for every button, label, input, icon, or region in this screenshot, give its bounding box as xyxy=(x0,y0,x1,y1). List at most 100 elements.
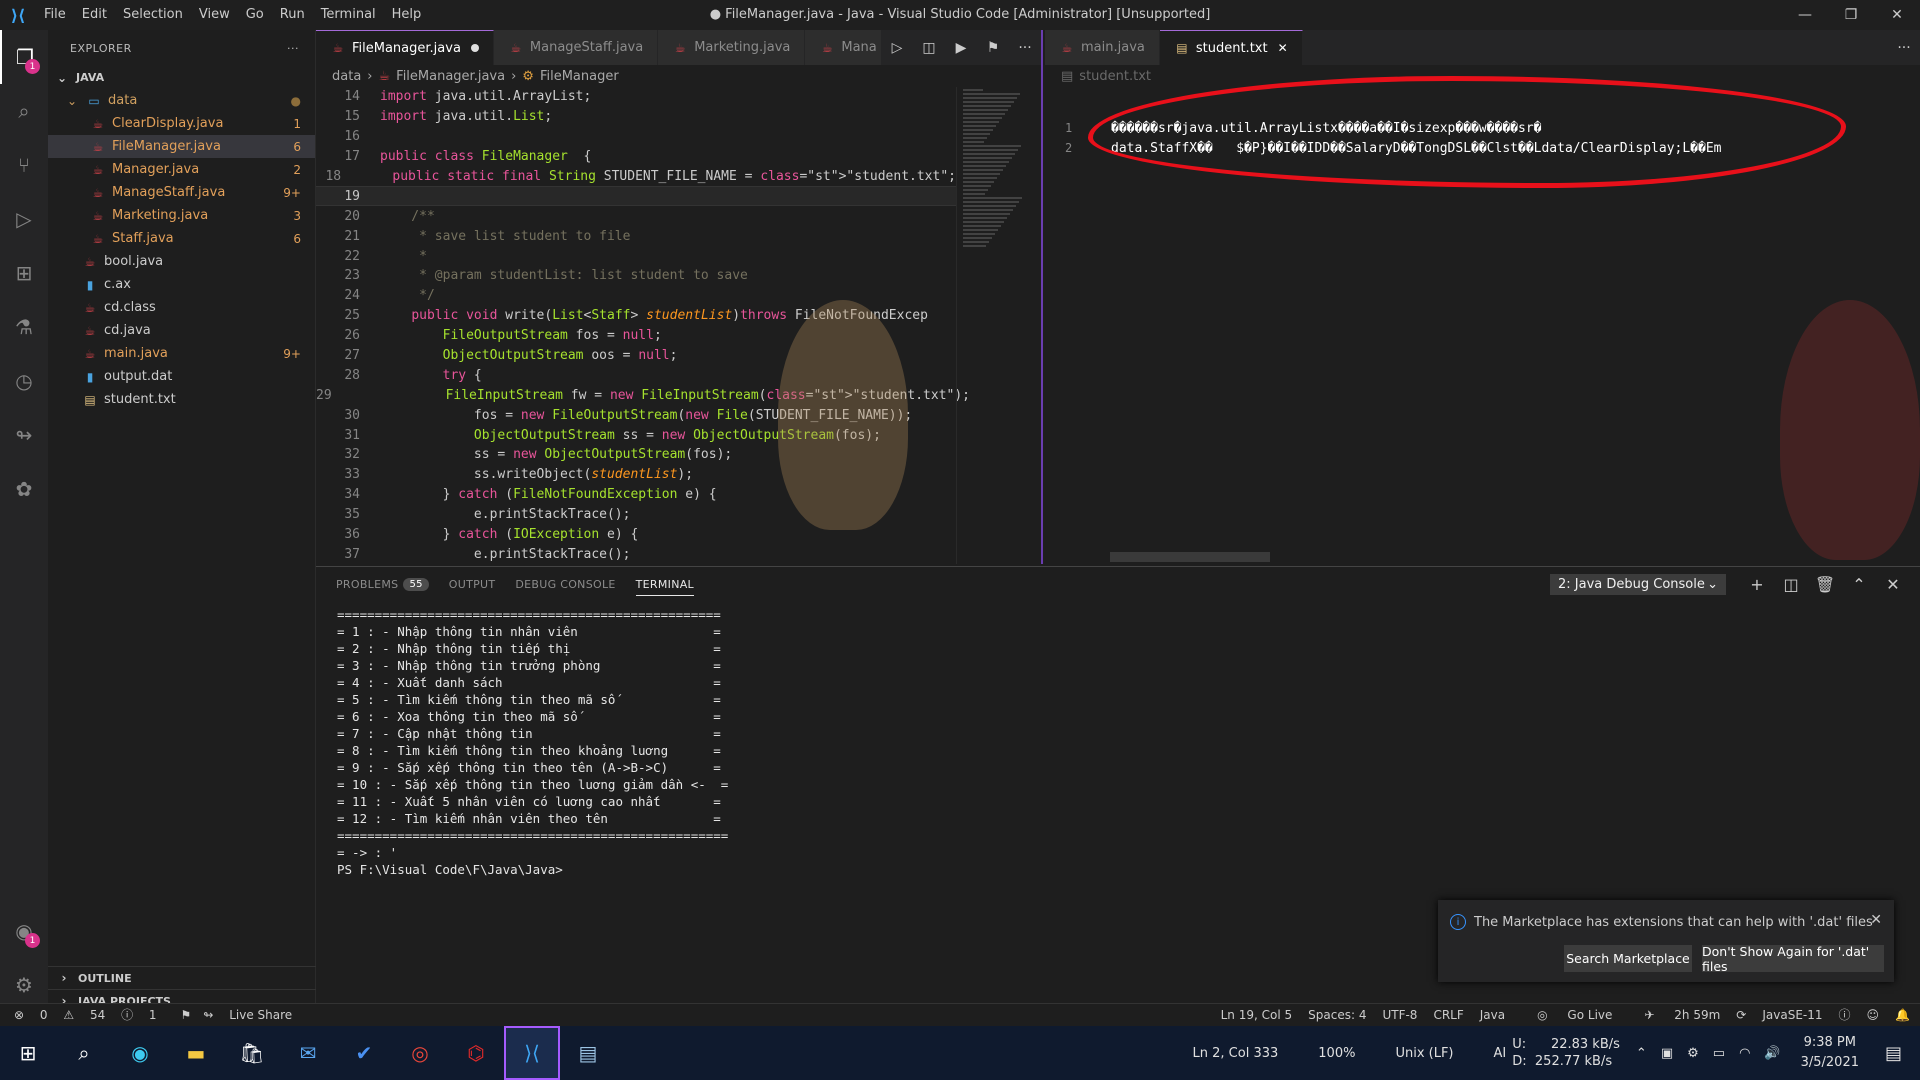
maximize-panel-icon[interactable]: ⌃ xyxy=(1842,575,1876,594)
close-tab-icon[interactable]: ✕ xyxy=(1278,41,1288,55)
more-actions-icon[interactable]: ··· xyxy=(1888,40,1920,56)
language-mode[interactable]: Java xyxy=(1480,1008,1505,1022)
search-marketplace-button[interactable]: Search Marketplace xyxy=(1564,945,1692,972)
menu-go[interactable]: Go xyxy=(238,0,272,30)
menu-terminal[interactable]: Terminal xyxy=(313,0,384,30)
run-java-icon[interactable]: ▶ xyxy=(945,40,977,56)
taskbar-todo[interactable]: ✔ xyxy=(336,1026,392,1080)
breadcrumb-item[interactable]: data xyxy=(332,69,361,84)
taskbar-vscode[interactable]: ⟩⟨ xyxy=(504,1026,560,1080)
more-actions-icon[interactable]: ··· xyxy=(287,42,299,55)
file-item[interactable]: ☕ bool.java xyxy=(48,250,315,273)
breadcrumb-item[interactable]: FileManager xyxy=(540,69,619,84)
tab-output[interactable]: OUTPUT xyxy=(449,578,496,591)
feedback-icon[interactable]: ⓘ xyxy=(1839,1006,1851,1023)
minimize-button[interactable]: — xyxy=(1782,0,1828,30)
explorer-activity[interactable]: ❐ 1 xyxy=(0,30,48,84)
timeline-activity[interactable]: ◷ xyxy=(0,354,48,408)
sync-icon[interactable]: ⟳ xyxy=(1736,1008,1746,1022)
menu-file[interactable]: File xyxy=(36,0,74,30)
new-terminal-icon[interactable]: + xyxy=(1740,575,1774,594)
menu-selection[interactable]: Selection xyxy=(115,0,191,30)
tab-filemanager[interactable]: ☕ FileManager.java xyxy=(316,30,494,65)
taskbar-search-button[interactable]: ⌕ xyxy=(56,1026,112,1080)
outline-section[interactable]: › OUTLINE xyxy=(48,966,316,989)
tab-marketing[interactable]: ☕ Marketing.java xyxy=(658,30,806,65)
testing-activity[interactable]: ⚗ xyxy=(0,300,48,354)
person-icon[interactable]: ☺ xyxy=(1867,1008,1880,1022)
tab-terminal[interactable]: TERMINAL xyxy=(635,578,694,596)
taskbar-file-explorer[interactable]: ▬ xyxy=(168,1026,224,1080)
file-item[interactable]: ▮ output.dat xyxy=(48,365,315,388)
time-tracker[interactable]: ✈ 2h 59m xyxy=(1628,1008,1720,1022)
file-item[interactable]: ☕ FileManager.java 6 xyxy=(48,135,315,158)
tab-main[interactable]: ☕ main.java xyxy=(1045,30,1160,65)
split-terminal-icon[interactable]: ◫ xyxy=(1774,575,1808,594)
indentation[interactable]: Spaces: 4 xyxy=(1308,1008,1366,1022)
tray-app-icon[interactable]: ⚙ xyxy=(1687,1046,1699,1061)
unsaved-dot-icon[interactable] xyxy=(470,44,479,52)
file-item[interactable]: ☕ Staff.java 6 xyxy=(48,227,315,250)
tab-manager[interactable]: ☕ Mana xyxy=(805,30,892,65)
tab-debug-console[interactable]: DEBUG CONSOLE xyxy=(515,578,615,591)
minimap[interactable] xyxy=(956,87,1032,564)
line-ending[interactable]: CRLF xyxy=(1433,1008,1463,1022)
menu-help[interactable]: Help xyxy=(384,0,430,30)
problems-status[interactable]: ⊗ 0 ⚠ 54 ⓘ 1 xyxy=(14,1006,169,1023)
meet-now-icon[interactable]: ▣ xyxy=(1661,1046,1673,1061)
file-item[interactable]: ▮ c.ax xyxy=(48,273,315,296)
debug-status-icon[interactable]: ⚑ xyxy=(181,1008,192,1022)
more-actions-icon[interactable]: ··· xyxy=(1009,40,1041,56)
file-item[interactable]: ▤ student.txt xyxy=(48,388,315,411)
taskbar-app-red[interactable]: ⌬ xyxy=(448,1026,504,1080)
tab-managestaff[interactable]: ☕ ManageStaff.java xyxy=(493,30,659,65)
breadcrumb-item[interactable]: student.txt xyxy=(1079,69,1151,84)
tab-student-txt[interactable]: ▤ student.txt ✕ xyxy=(1159,30,1303,65)
trash-icon[interactable]: 🗑 xyxy=(1808,575,1842,594)
accounts-activity[interactable]: ◉ 1 xyxy=(0,904,48,958)
file-item[interactable]: ☕ cd.java xyxy=(48,319,315,342)
file-item[interactable]: ☕ main.java 9+ xyxy=(48,342,315,365)
clock[interactable]: 9:38 PM 3/5/2021 xyxy=(1801,1033,1859,1073)
menu-edit[interactable]: Edit xyxy=(74,0,115,30)
tray-overflow-icon[interactable]: ⌃ xyxy=(1636,1046,1647,1061)
file-item[interactable]: ☕ Marketing.java 3 xyxy=(48,204,315,227)
file-item[interactable]: ☕ cd.class xyxy=(48,296,315,319)
file-item[interactable]: ☕ Manager.java 2 xyxy=(48,158,315,181)
bell-icon[interactable]: 🔔 xyxy=(1895,1008,1910,1022)
wifi-icon[interactable]: ◠ xyxy=(1739,1046,1750,1061)
close-notification-icon[interactable]: ✕ xyxy=(1870,912,1882,928)
dont-show-again-button[interactable]: Don't Show Again for '.dat' files xyxy=(1702,944,1884,974)
java-runtime[interactable]: JavaSE-11 xyxy=(1762,1008,1822,1022)
encoding[interactable]: UTF-8 xyxy=(1382,1008,1417,1022)
menu-run[interactable]: Run xyxy=(272,0,313,30)
debug-java-icon[interactable]: ⚑ xyxy=(977,40,1009,56)
start-button[interactable]: ⊞ xyxy=(0,1026,56,1080)
terminal-select[interactable]: 2: Java Debug Console ⌄ xyxy=(1550,573,1726,595)
search-activity[interactable]: ⌕ xyxy=(0,84,48,138)
workspace-root[interactable]: ⌄ JAVA xyxy=(48,66,315,89)
menu-view[interactable]: View xyxy=(191,0,238,30)
terminal-output[interactable]: ========================================… xyxy=(337,607,728,879)
tab-problems[interactable]: PROBLEMS 55 xyxy=(336,577,429,591)
battery-icon[interactable]: ▭ xyxy=(1713,1046,1725,1061)
extensions-activity[interactable]: ⊞ xyxy=(0,246,48,300)
taskbar-notepad[interactable]: ▤ xyxy=(560,1026,616,1080)
taskbar-chrome[interactable]: ◎ xyxy=(392,1026,448,1080)
taskbar-mail[interactable]: ✉ xyxy=(280,1026,336,1080)
cursor-position[interactable]: Ln 19, Col 5 xyxy=(1221,1008,1293,1022)
volume-icon[interactable]: 🔊 xyxy=(1764,1046,1780,1061)
horizontal-scrollbar[interactable] xyxy=(1110,552,1270,562)
restore-button[interactable]: ❐ xyxy=(1828,0,1874,30)
source-control-activity[interactable]: ⑂ xyxy=(0,138,48,192)
file-item[interactable]: ☕ ManageStaff.java 9+ xyxy=(48,181,315,204)
close-panel-icon[interactable]: ✕ xyxy=(1876,575,1910,594)
split-editor-icon[interactable]: ◫ xyxy=(913,40,945,56)
live-share-activity[interactable]: ↬ xyxy=(0,408,48,462)
live-share-status[interactable]: ↬ Live Share xyxy=(203,1008,304,1022)
go-live-status[interactable]: ◎ Go Live xyxy=(1521,1008,1612,1022)
breadcrumb-item[interactable]: FileManager.java xyxy=(396,69,505,84)
run-code-icon[interactable]: ▷ xyxy=(881,40,913,56)
run-debug-activity[interactable]: ▷ xyxy=(0,192,48,246)
folder-data[interactable]: ⌄ ▭ data ● xyxy=(48,89,315,112)
